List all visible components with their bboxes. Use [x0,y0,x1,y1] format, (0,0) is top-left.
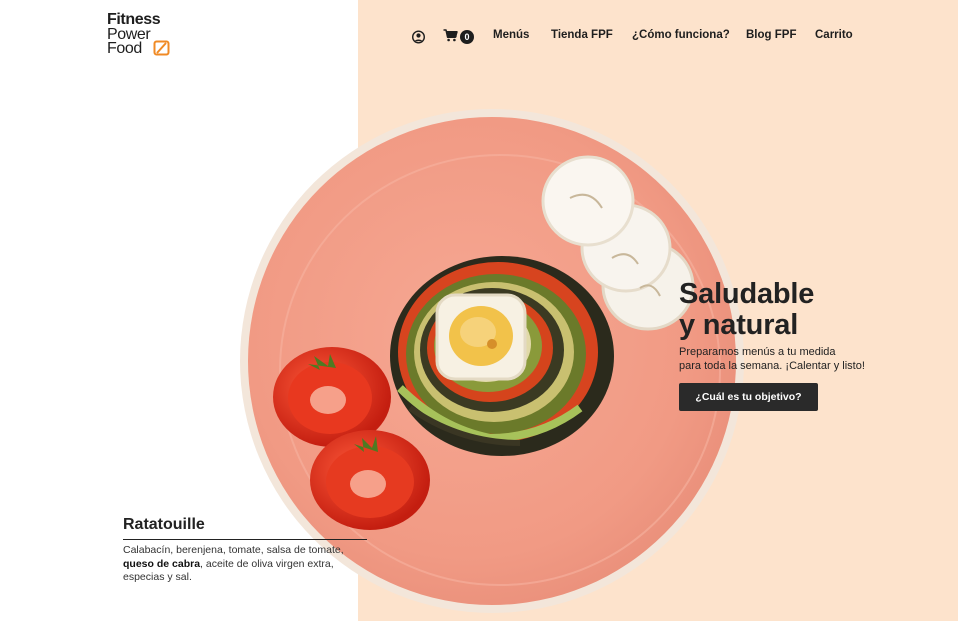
dish-desc-bold: queso de cabra [123,557,201,570]
nav-link-blog[interactable]: Blog FPF [746,29,796,41]
nav-link-como-funciona[interactable]: ¿Cómo funciona? [632,29,730,41]
user-icon[interactable] [412,28,425,46]
hero-title: Saludable y natural [679,279,899,341]
ratatouille-plate-image [240,109,744,613]
hero-title-line2: y natural [679,309,799,341]
dish-divider [123,539,367,540]
objective-cta-button[interactable]: ¿Cuál es tu objetivo? [679,383,818,411]
cart-icon[interactable] [443,29,458,42]
logo-slash-icon [153,40,170,56]
dish-desc-part3: especias y sal. [123,571,192,583]
dish-description: Calabacín, berenjena, tomate, salsa de t… [123,544,355,585]
hero-title-line1: Saludable [679,278,815,310]
dish-desc-part1: Calabacín, berenjena, tomate, salsa de t… [123,544,344,556]
hero-subtitle-line1: Preparamos menús a tu medida [679,346,836,358]
ratatouille-stack [390,256,614,456]
nav-link-carrito[interactable]: Carrito [815,29,853,41]
nav-link-menus[interactable]: Menús [493,29,529,41]
hero-subtitle: Preparamos menús a tu medida para toda l… [679,345,919,373]
hero-subtitle-line2: para toda la semana. ¡Calentar y listo! [679,360,865,372]
brand-logo[interactable]: Fitness Power Food [107,12,179,59]
dish-name: Ratatouille [123,516,205,533]
cart-count-badge: 0 [460,30,474,44]
nav-link-tienda[interactable]: Tienda FPF [551,29,613,41]
dish-desc-part2: , aceite de oliva virgen extra, [200,557,334,570]
